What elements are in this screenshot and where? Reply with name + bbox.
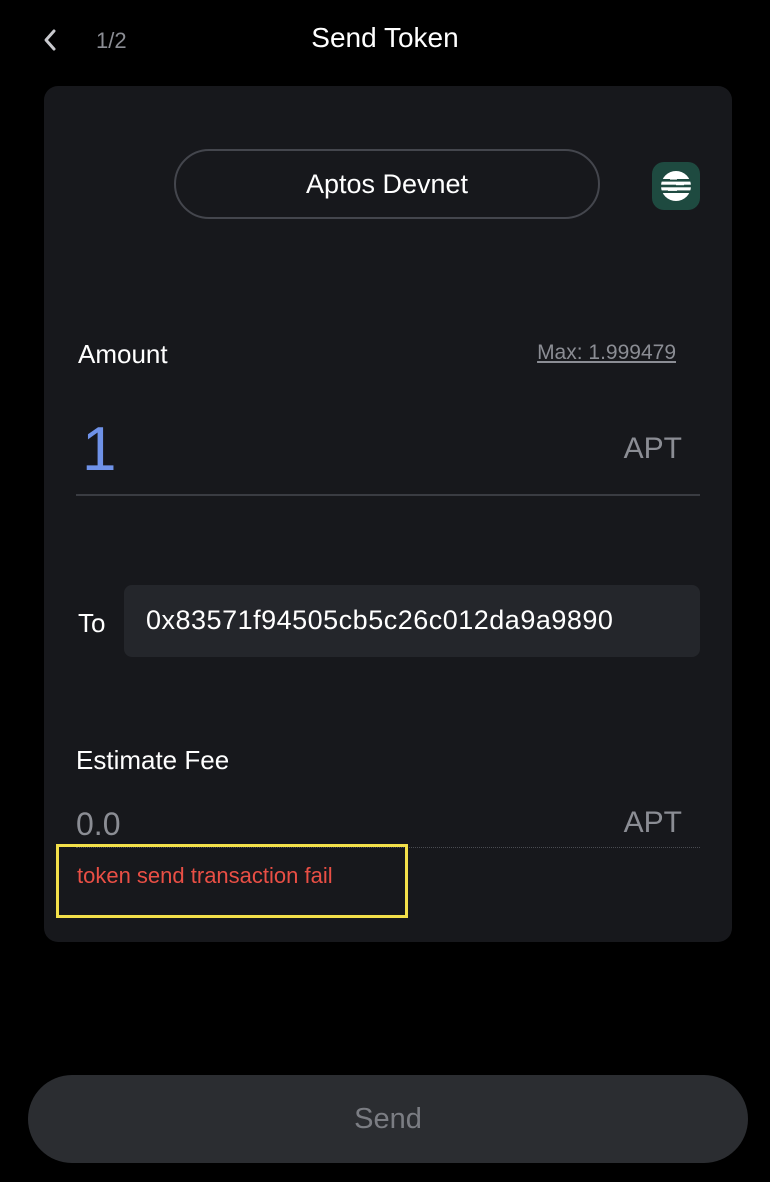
send-token-screen: 1/2 Send Token Aptos Devnet Amount Max: …: [0, 0, 770, 1182]
amount-value[interactable]: 1: [82, 414, 116, 485]
network-selector[interactable]: Aptos Devnet: [174, 149, 600, 219]
network-name: Aptos Devnet: [305, 168, 469, 199]
error-message: token send transaction fail: [77, 863, 333, 888]
error-highlight-box: token send transaction fail: [56, 844, 408, 918]
amount-unit: APT: [623, 432, 682, 465]
amount-input: 1 APT: [76, 408, 700, 496]
estimate-fee-row: 0.0 APT: [76, 800, 700, 848]
estimate-fee-value: 0.0: [76, 806, 121, 842]
recipient-label: To: [78, 608, 106, 638]
send-form-card: Aptos Devnet Amount Max: 1.999479 1 APT …: [44, 86, 732, 942]
max-amount-link[interactable]: Max: 1.999479: [537, 341, 676, 365]
estimate-fee-unit: APT: [623, 806, 682, 839]
page-title: Send Token: [311, 22, 459, 53]
aptos-logo-icon: [652, 162, 700, 210]
send-button-label: Send: [354, 1102, 422, 1135]
recipient-address-input[interactable]: 0x83571f94505cb5c26c012da9a9890: [124, 585, 700, 657]
send-button[interactable]: Send: [28, 1075, 748, 1163]
estimate-fee-label: Estimate Fee: [76, 745, 230, 775]
recipient-address-value: 0x83571f94505cb5c26c012da9a9890: [146, 605, 614, 635]
amount-label: Amount: [78, 339, 168, 369]
